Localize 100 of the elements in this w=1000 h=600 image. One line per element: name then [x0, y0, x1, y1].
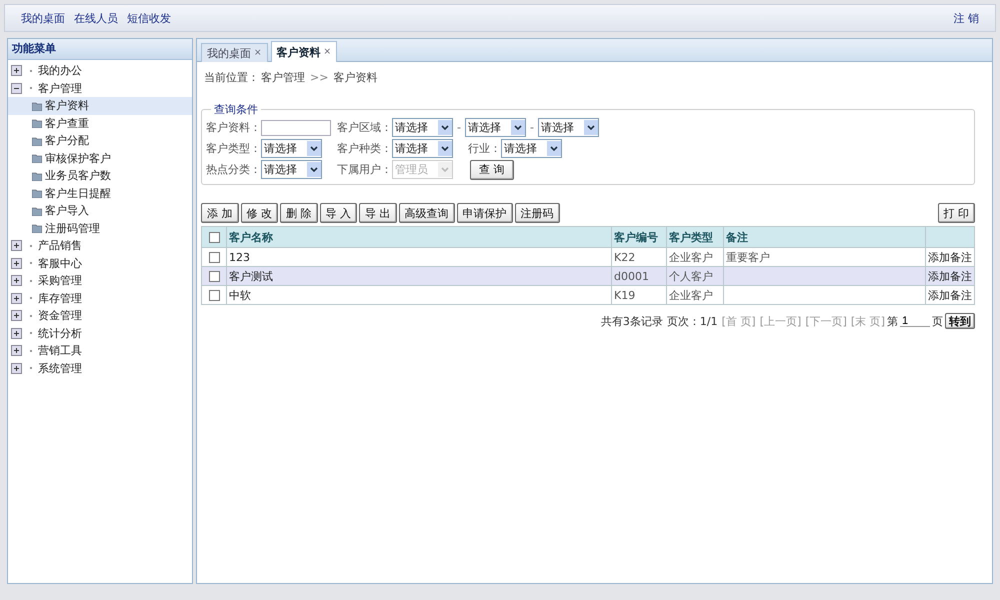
table-cell: 个人客户	[669, 270, 713, 282]
column-header: 备注	[724, 226, 926, 248]
search-button[interactable]: 查 询	[470, 160, 514, 180]
menu-item[interactable]: 我的办公	[38, 63, 82, 78]
folder-icon	[32, 206, 42, 216]
input-field[interactable]	[261, 120, 331, 136]
toolbar-button[interactable]: 申请保护	[456, 203, 512, 223]
nav-link[interactable]: 我的桌面	[21, 10, 65, 26]
expand-icon[interactable]	[11, 345, 22, 356]
select-all-checkbox[interactable]	[208, 232, 220, 243]
expand-icon[interactable]	[11, 258, 22, 269]
toolbar-button[interactable]: 修 改	[240, 203, 278, 223]
toolbar-button[interactable]: 高级查询	[398, 203, 454, 223]
range-separator: -	[457, 121, 461, 134]
toolbar-button[interactable]: 导 出	[359, 203, 396, 223]
menu-item[interactable]: 资金管理	[38, 308, 82, 324]
menu-item[interactable]: 库存管理	[38, 290, 82, 306]
menu-item[interactable]: 产品销售	[38, 238, 82, 254]
caret-icon	[441, 124, 449, 130]
select-field[interactable]: 请选择	[261, 160, 322, 179]
caret-icon	[441, 166, 449, 172]
collapse-icon[interactable]	[11, 82, 22, 94]
sidebar-title: 功能菜单	[8, 39, 192, 60]
submenu-item[interactable]: 客户分配	[8, 132, 192, 150]
menu-item[interactable]: 采购管理	[38, 273, 82, 288]
column-header: 客户类型	[666, 226, 724, 248]
go-button[interactable]: 转到	[945, 313, 975, 329]
breadcrumb-separator: >>	[310, 70, 328, 84]
expand-icon[interactable]	[11, 240, 22, 252]
table-cell: 企业客户	[669, 288, 713, 302]
table-cell: 重要客户	[726, 250, 770, 264]
page-input[interactable]: 1	[900, 315, 930, 327]
row-checkbox[interactable]	[208, 270, 220, 282]
submenu-item[interactable]: 审核保护客户	[8, 150, 192, 167]
page-suffix: 页	[932, 314, 943, 328]
submenu-item[interactable]: 客户资料	[8, 97, 192, 114]
expand-icon[interactable]	[11, 292, 22, 304]
menu-item[interactable]: 统计分析	[38, 326, 82, 341]
field-label: 客户种类：	[337, 141, 392, 156]
menu-item[interactable]: 客服中心	[38, 256, 82, 271]
select-field[interactable]: 请选择	[392, 118, 453, 137]
select-field[interactable]: 请选择	[538, 118, 599, 137]
caret-icon	[310, 146, 318, 152]
query-legend: 查询条件	[211, 102, 261, 117]
select-field[interactable]: 请选择	[261, 139, 322, 158]
logout-link[interactable]: 注 销	[954, 10, 979, 26]
expand-icon[interactable]	[11, 310, 22, 322]
field-label: 客户区域：	[337, 120, 392, 135]
table-cell: d0001	[614, 270, 649, 282]
submenu-item[interactable]: 客户生日提醒	[8, 184, 192, 202]
menu-item[interactable]: 系统管理	[38, 360, 82, 376]
table-cell: 客户测试	[229, 270, 273, 282]
submenu-item[interactable]: 客户查重	[8, 114, 192, 132]
folder-icon	[32, 100, 42, 111]
caret-icon	[310, 166, 318, 172]
breadcrumb-label: 当前位置：	[204, 70, 259, 84]
toolbar-button[interactable]: 导 入	[320, 203, 357, 223]
toolbar-button[interactable]: 注册码	[514, 203, 560, 223]
toolbar-button[interactable]: 添 加	[201, 203, 238, 223]
folder-icon	[32, 153, 42, 164]
folder-icon	[32, 223, 42, 234]
expand-icon[interactable]	[11, 328, 22, 339]
table-cell: 中软	[229, 288, 251, 302]
page-info: 页次：1/1	[666, 314, 718, 328]
caret-icon	[586, 124, 595, 130]
range-separator: -	[530, 121, 534, 134]
folder-icon	[32, 118, 42, 128]
table-cell: 123	[229, 250, 250, 264]
breadcrumb-link[interactable]: 客户管理	[261, 70, 305, 84]
field-label: 热点分类：	[206, 162, 261, 177]
select-field[interactable]: 请选择	[464, 118, 526, 137]
menu-item[interactable]: 客户管理	[38, 80, 82, 96]
submenu-item[interactable]: 业务员客户数	[8, 167, 192, 184]
column-header: 客户编号	[612, 226, 666, 248]
field-label: 下属用户：	[337, 162, 392, 177]
row-checkbox[interactable]	[208, 290, 220, 301]
submenu-item[interactable]: 注册码管理	[8, 220, 192, 237]
expand-icon[interactable]	[11, 362, 22, 374]
field-label: 行业：	[468, 141, 501, 156]
row-checkbox[interactable]	[208, 252, 220, 263]
nav-link[interactable]: 在线人员	[74, 10, 118, 26]
table-cell: 企业客户	[669, 250, 713, 264]
tab[interactable]: 客户资料 ×	[270, 41, 338, 62]
folder-icon	[32, 136, 42, 146]
tab[interactable]: 我的桌面 ×	[201, 43, 268, 62]
record-count: 共有3条记录	[600, 314, 663, 328]
select-field[interactable]: 请选择	[501, 139, 562, 158]
submenu-item[interactable]: 客户导入	[8, 202, 192, 220]
page-prefix: 第	[887, 314, 898, 328]
expand-icon[interactable]	[11, 65, 22, 76]
select-field[interactable]: 请选择	[392, 139, 453, 158]
print-button[interactable]: 打 印	[938, 203, 975, 223]
folder-icon	[32, 188, 42, 198]
close-icon[interactable]: ×	[254, 48, 262, 58]
expand-icon[interactable]	[11, 275, 22, 286]
nav-link[interactable]: 短信收发	[127, 10, 171, 26]
close-icon[interactable]: ×	[324, 47, 332, 57]
menu-item[interactable]: 营销工具	[38, 343, 82, 358]
toolbar-button[interactable]: 删 除	[280, 203, 318, 223]
caret-icon	[441, 146, 449, 152]
